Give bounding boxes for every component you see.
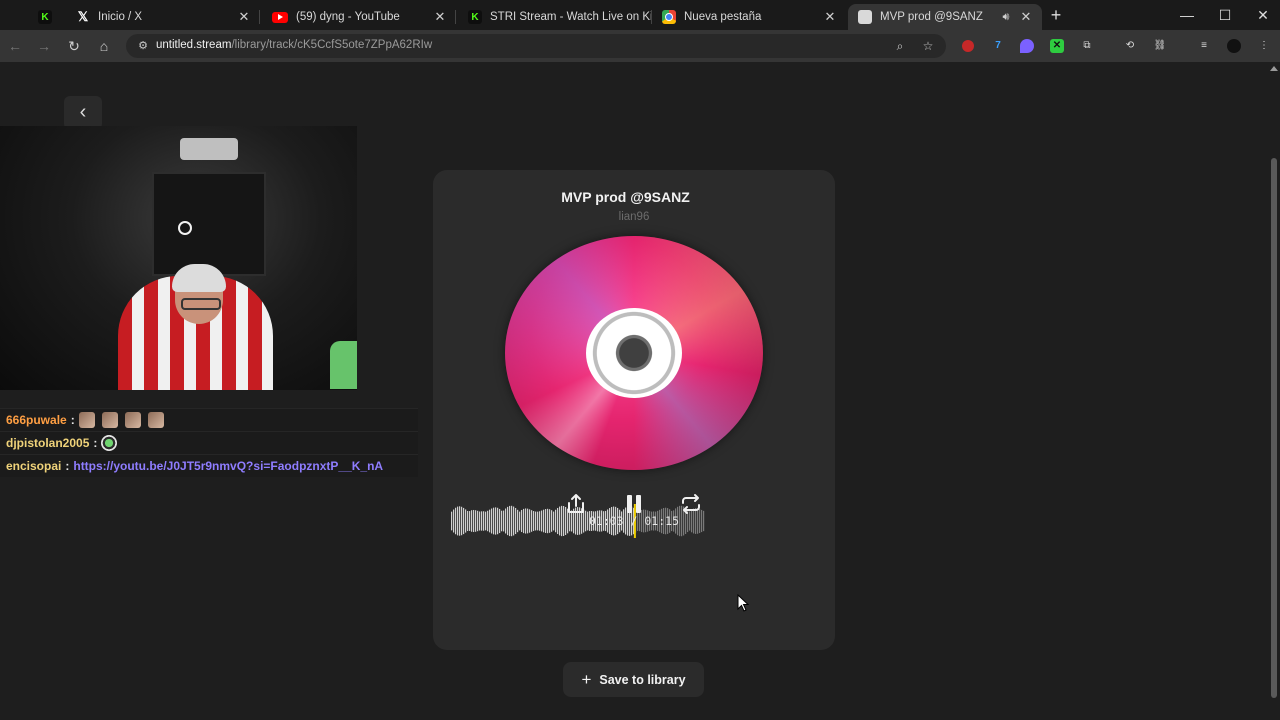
youtube-icon	[272, 11, 288, 23]
close-window-button[interactable]: ✕	[1248, 6, 1278, 24]
kick-icon: K	[38, 10, 52, 24]
emote-icon	[101, 435, 118, 451]
browser-toolbar: ← → ↻ ⌂ ⚙ untitled.stream/library/track/…	[0, 30, 1280, 62]
gaming-chair	[330, 341, 357, 389]
close-icon[interactable]: ✕	[822, 9, 838, 25]
webcam-overlay	[0, 126, 357, 390]
chat-link[interactable]: https://youtu.be/J0JT5r9nmvQ?si=Faodpznx…	[73, 459, 383, 473]
kick-extension-icon[interactable]: ✕	[1050, 39, 1064, 53]
extension-icon[interactable]	[1020, 39, 1034, 53]
tab-kick-stream[interactable]: K STRI Stream - Watch Live on Kick	[458, 4, 652, 30]
time-display: 01:03 / 01:15	[588, 514, 679, 528]
mouse-cursor-icon	[737, 594, 749, 612]
site-info-icon[interactable]: ⚙	[136, 39, 150, 53]
untitled-icon	[858, 10, 872, 24]
profile-avatar[interactable]	[1227, 39, 1241, 53]
speaker-icon[interactable]: 🔊︎	[998, 11, 1014, 24]
tab-label: Inicio / X	[98, 11, 143, 23]
browser-tab-strip: K 𝕏 Inicio / X ✕ (59) dyng - YouTube ✕ K…	[0, 0, 1280, 30]
emote-icon	[124, 412, 141, 428]
kick-icon: K	[468, 10, 482, 24]
menu-kebab-icon[interactable]: ⋮	[1257, 39, 1271, 53]
address-url[interactable]: untitled.stream/library/track/cK5CcfS5ot…	[156, 39, 432, 51]
share-icon[interactable]	[564, 492, 588, 516]
home-icon[interactable]: ⌂	[95, 37, 113, 55]
plus-icon: +	[581, 669, 592, 689]
chat-message: 666puwale :	[0, 408, 418, 431]
link-icon[interactable]: ⛓	[1153, 39, 1167, 53]
room-window	[152, 172, 266, 276]
repeat-icon[interactable]	[679, 492, 703, 516]
tab-youtube[interactable]: (59) dyng - YouTube ✕	[262, 4, 456, 30]
chat-username: 666puwale	[6, 413, 67, 427]
close-icon[interactable]: ✕	[432, 9, 448, 25]
close-icon[interactable]: ✕	[1018, 9, 1034, 25]
emote-icon	[101, 412, 118, 428]
track-title: MVP prod @9SANZ	[561, 189, 690, 205]
page-content: ‹ 666puwale : djpistolan2005 : encisopai…	[0, 62, 1268, 720]
pause-icon[interactable]	[622, 492, 646, 516]
new-tab-button[interactable]: +	[1046, 6, 1066, 26]
scrollbar-thumb[interactable]	[1271, 158, 1277, 698]
save-to-library-label: Save to library	[599, 672, 686, 687]
close-icon[interactable]: ✕	[236, 9, 252, 25]
tab-mvp-prod[interactable]: MVP prod @9SANZ 🔊︎ ✕	[848, 4, 1042, 30]
chat-username: djpistolan2005	[6, 436, 90, 450]
air-conditioner	[180, 138, 238, 160]
chat-username: encisopai	[6, 459, 62, 473]
streamer-glasses	[181, 298, 221, 310]
record-extension-icon[interactable]	[962, 40, 974, 52]
tab-nueva-pestana[interactable]: Nueva pestaña ✕	[652, 4, 846, 30]
back-arrow-icon[interactable]: ←	[6, 37, 24, 55]
address-bar[interactable]: ⚙ untitled.stream/library/track/cK5CcfS5…	[126, 34, 946, 58]
zoom-icon[interactable]: ⌕	[892, 38, 908, 54]
tab-inicio-x[interactable]: 𝕏 Inicio / X ✕	[66, 4, 260, 30]
tab-label: STRI Stream - Watch Live on Kick	[490, 11, 652, 23]
minimize-button[interactable]: —	[1172, 6, 1202, 24]
back-button[interactable]: ‹	[64, 96, 102, 130]
translate-extension-icon[interactable]: 7	[991, 39, 1005, 53]
forward-arrow-icon[interactable]: →	[35, 37, 53, 55]
media-control-icon[interactable]: ≡	[1197, 39, 1211, 53]
emote-icon	[78, 412, 95, 428]
chat-message: encisopai : https://youtu.be/J0JT5r9nmvQ…	[0, 454, 418, 477]
tab-label: Nueva pestaña	[684, 11, 762, 23]
page-scrollbar[interactable]	[1268, 62, 1280, 720]
chrome-icon	[662, 10, 676, 24]
save-to-library-button[interactable]: + Save to library	[563, 662, 704, 697]
player-card: MVP prod @9SANZ lian96	[433, 170, 835, 650]
reload-icon[interactable]: ↻	[65, 37, 83, 55]
bookmark-star-icon[interactable]: ☆	[920, 38, 936, 54]
cd-hub	[586, 308, 682, 398]
puzzle-extensions-icon[interactable]: ⧉	[1080, 39, 1094, 53]
tab-kick-pinned[interactable]: K	[28, 4, 64, 30]
maximize-button[interactable]: ☐	[1210, 6, 1240, 24]
stream-chat: 666puwale : djpistolan2005 : encisopai :…	[0, 408, 418, 477]
ring-light	[178, 221, 192, 235]
chat-message: djpistolan2005 :	[0, 431, 418, 454]
cd-disc-artwork	[505, 236, 763, 470]
tab-label: (59) dyng - YouTube	[296, 11, 400, 23]
x-icon: 𝕏	[77, 9, 89, 24]
tab-label: MVP prod @9SANZ	[880, 11, 983, 23]
scroll-up-arrow-icon[interactable]	[1270, 66, 1278, 71]
emote-icon	[147, 412, 164, 428]
track-artist[interactable]: lian96	[433, 211, 835, 223]
history-icon[interactable]: ⟲	[1123, 39, 1137, 53]
